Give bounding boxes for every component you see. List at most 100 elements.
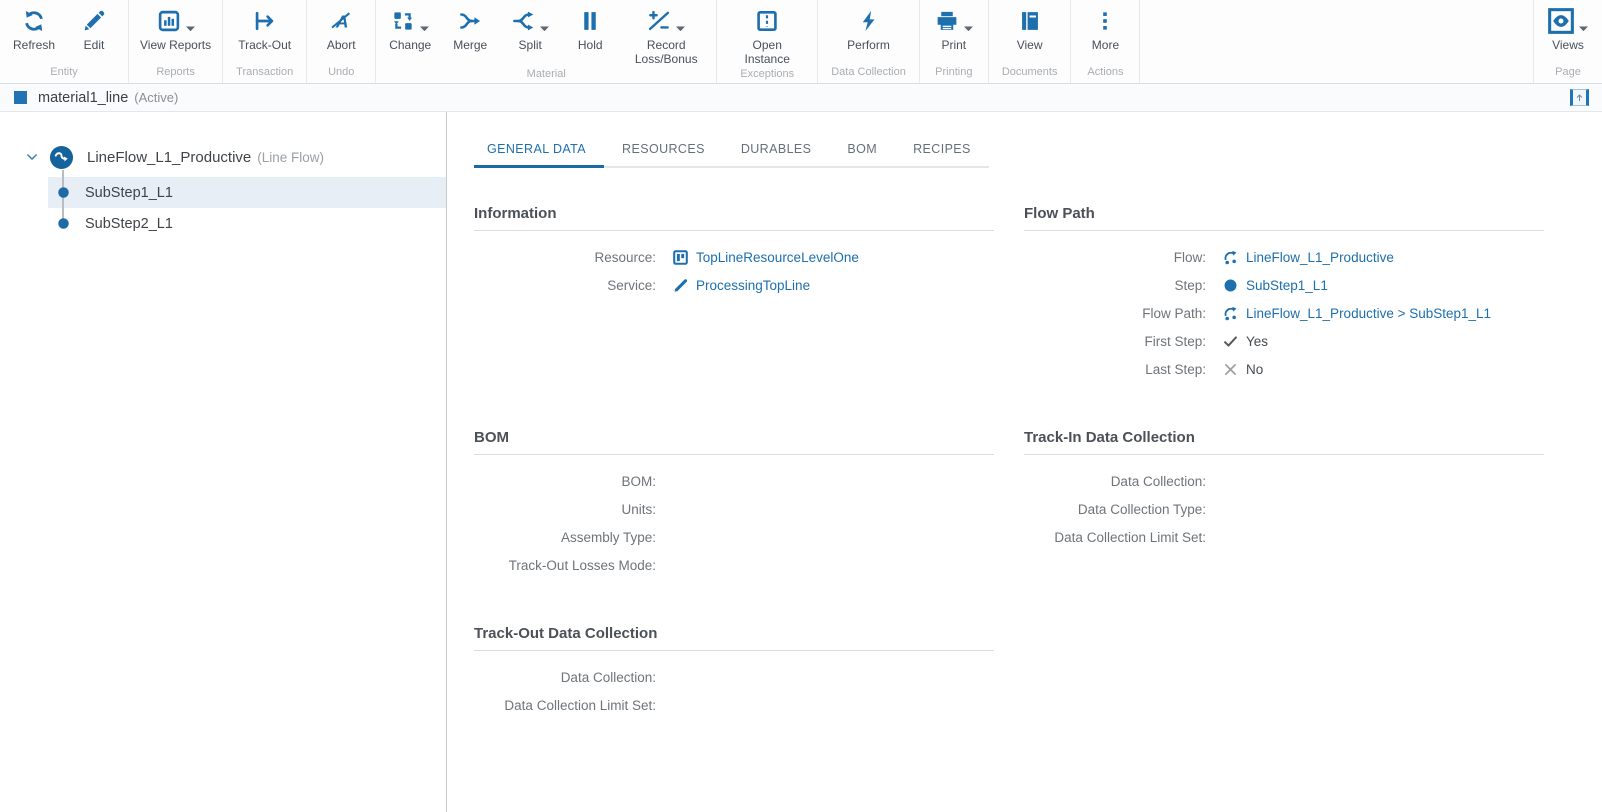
toolbar-button-print[interactable]: Print [931,5,977,65]
toolbar-group-label: Exceptions [728,67,806,85]
toolbar-group-documents: ViewDocuments [989,0,1072,83]
dropdown-caret-icon[interactable] [964,18,973,24]
toolbar-button-split[interactable]: Split [507,5,553,67]
tab-strip: GENERAL DATARESOURCESDURABLESBOMRECIPES [474,136,989,168]
tab-bom[interactable]: BOM [829,136,895,168]
dropdown-caret-icon[interactable] [676,18,685,24]
field-value-link[interactable]: LineFlow_L1_Productive [1246,250,1394,265]
toolbar-group-entity: RefreshEditEntity [0,0,129,83]
toolbar-group-label: Transaction [234,65,295,83]
dropdown-caret-icon[interactable] [186,18,195,24]
field-value: Yes [1222,333,1268,350]
field-row: Assembly Type: [474,523,994,551]
field-label: Step: [1024,278,1206,293]
field-value-link[interactable]: TopLineResourceLevelOne [696,250,859,265]
toolbar-group-printing: PrintPrinting [920,0,989,83]
toolbar-group-exceptions: Open InstanceExceptions [717,0,818,83]
cross-icon [1222,361,1239,378]
tree-item-substep1-l1[interactable]: SubStep1_L1 [48,177,446,208]
application-window: RefreshEditEntityView ReportsReportsTrac… [0,0,1602,812]
section-title: Information [474,205,994,231]
toolbar-group-transaction: Track-OutTransaction [223,0,307,83]
field-row: Flow Path:LineFlow_L1_Productive > SubSt… [1024,299,1544,327]
toolbar-button-label: Record Loss/Bonus [627,38,705,67]
toolbar-button-open-instance[interactable]: Open Instance [728,5,806,67]
toolbar-button-perform[interactable]: Perform [846,5,892,65]
field-label: Last Step: [1024,362,1206,377]
toolbar-button-label: Merge [453,38,487,52]
tree-item-label: SubStep2_L1 [85,216,173,232]
field-label: Service: [474,278,656,293]
perform-icon [857,9,881,33]
tree-item-label: SubStep1_L1 [85,185,173,201]
dropdown-caret-icon[interactable] [540,18,549,24]
toolbar-button-record-loss-bonus[interactable]: Record Loss/Bonus [627,5,705,67]
abort-icon: A [329,9,353,33]
toolbar-button-more[interactable]: More [1082,5,1128,65]
field-value-link[interactable]: ProcessingTopLine [696,278,810,293]
toolbar-group-label: Reports [140,65,211,83]
field-value-link[interactable]: LineFlow_L1_Productive > SubStep1_L1 [1246,306,1491,321]
dropdown-caret-icon[interactable] [1579,18,1588,24]
toolbar-button-hold[interactable]: Hold [567,5,613,67]
toolbar-button-edit[interactable]: Edit [71,5,117,65]
section-track-in-data-collection: Track-In Data CollectionData Collection:… [1024,429,1544,551]
hold-icon [578,9,602,33]
ribbon-toolbar: RefreshEditEntityView ReportsReportsTrac… [0,0,1602,84]
toolbar-group-undo: AAbortUndo [307,0,376,83]
toolbar-button-view[interactable]: View [1007,5,1053,65]
toolbar-button-refresh[interactable]: Refresh [11,5,57,65]
toolbar-button-label: Abort [327,38,356,52]
toolbar-group-label: Page [1545,65,1591,83]
field-row: Data Collection: [1024,467,1544,495]
field-row: Service: ProcessingTopLine [474,271,994,299]
toolbar-group-actions: MoreActions [1071,0,1140,83]
field-value: LineFlow_L1_Productive [1222,249,1394,266]
field-row: BOM: [474,467,994,495]
field-label: Units: [474,502,656,517]
tab-recipes[interactable]: RECIPES [895,136,989,168]
dropdown-caret-icon[interactable] [420,18,429,24]
section-flow-path: Flow PathFlow:LineFlow_L1_ProductiveStep… [1024,205,1544,383]
check-icon [1222,333,1239,350]
toolbar-button-label: Edit [84,38,105,52]
field-row: Step: SubStep1_L1 [1024,271,1544,299]
field-row: Units: [474,495,994,523]
views-icon [1548,8,1574,34]
tab-general-data[interactable]: GENERAL DATA [474,136,604,168]
chevron-down-icon[interactable] [25,150,39,164]
record-loss-bonus-icon [647,9,671,33]
flow-tree: LineFlow_L1_Productive(Line Flow) SubStep… [0,112,446,239]
field-row: Data Collection: [474,663,994,691]
toolbar-button-change[interactable]: Change [387,5,433,67]
field-label: Resource: [474,250,656,265]
merge-icon [458,9,482,33]
entity-header-bar: material1_line (Active) [0,84,1602,112]
print-icon [935,9,959,33]
section-title: Track-Out Data Collection [474,625,994,651]
toolbar-button-views[interactable]: Views [1545,5,1591,65]
field-value-text: Yes [1246,334,1268,349]
tree-item-substep2-l1[interactable]: SubStep2_L1 [48,208,446,239]
toolbar-button-view-reports[interactable]: View Reports [140,5,211,65]
tree-children: SubStep1_L1 SubStep2_L1 [0,177,446,239]
toolbar-group-label: Documents [1000,65,1060,83]
field-label: First Step: [1024,334,1206,349]
field-label: Data Collection: [474,670,656,685]
toolbar-button-label: Print [941,38,966,52]
collapse-up-icon [1574,92,1585,103]
field-label: Flow: [1024,250,1206,265]
field-row: Flow: LineFlow_L1_Productive [1024,243,1544,271]
toolbar-button-label: Views [1552,38,1584,52]
field-label: BOM: [474,474,656,489]
toolbar-button-track-out[interactable]: Track-Out [238,5,291,65]
field-value-link[interactable]: SubStep1_L1 [1246,278,1328,293]
field-label: Data Collection Type: [1024,502,1206,517]
toolbar-button-merge[interactable]: Merge [447,5,493,67]
tab-durables[interactable]: DURABLES [723,136,830,168]
tree-root-line-flow[interactable]: LineFlow_L1_Productive(Line Flow) [0,142,446,172]
collapse-panel-button[interactable] [1570,89,1589,106]
toolbar-button-abort[interactable]: A Abort [318,5,364,65]
tab-resources[interactable]: RESOURCES [604,136,723,168]
open-instance-icon [755,9,779,33]
